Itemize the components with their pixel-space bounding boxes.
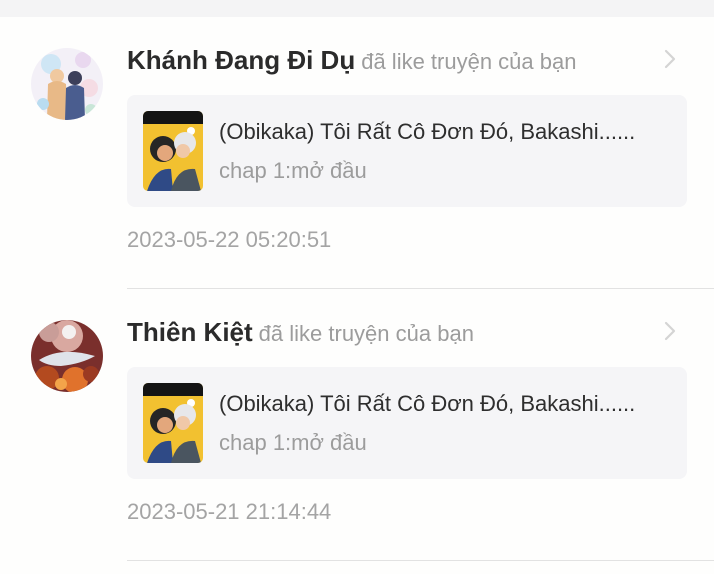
timestamp: 2023-05-22 05:20:51 xyxy=(127,227,332,252)
story-cover-image[interactable] xyxy=(143,383,203,463)
action-text: đã like truyện của bạn xyxy=(361,49,577,74)
story-title[interactable]: (Obikaka) Tôi Rất Cô Đơn Đó, Bakashi....… xyxy=(219,119,659,145)
username[interactable]: Khánh Đang Đi Dụ xyxy=(127,45,355,75)
username[interactable]: Thiên Kiệt xyxy=(127,317,253,347)
avatar[interactable] xyxy=(31,48,103,120)
story-card[interactable]: (Obikaka) Tôi Rất Cô Đơn Đó, Bakashi....… xyxy=(127,95,687,207)
action-text: đã like truyện của bạn xyxy=(258,321,474,346)
story-card[interactable]: (Obikaka) Tôi Rất Cô Đơn Đó, Bakashi....… xyxy=(127,367,687,479)
notification-item[interactable]: Khánh Đang Đi Dụ đã like truyện của bạn (… xyxy=(0,17,714,289)
top-strip xyxy=(0,0,714,17)
notification-headline: Khánh Đang Đi Dụ đã like truyện của bạn xyxy=(127,44,576,81)
avatar[interactable] xyxy=(31,320,103,392)
story-cover-image[interactable] xyxy=(143,111,203,191)
story-title[interactable]: (Obikaka) Tôi Rất Cô Đơn Đó, Bakashi....… xyxy=(219,391,659,417)
chevron-right-icon[interactable] xyxy=(660,319,680,343)
chapter-label: chap 1:mở đầu xyxy=(219,158,367,183)
divider xyxy=(127,560,714,561)
timestamp: 2023-05-21 21:14:44 xyxy=(127,499,332,524)
notification-item[interactable]: Thiên Kiệt đã like truyện của bạn (Obikak… xyxy=(0,289,714,561)
notification-headline: Thiên Kiệt đã like truyện của bạn xyxy=(127,316,474,353)
chapter-label: chap 1:mở đầu xyxy=(219,430,367,455)
chevron-right-icon[interactable] xyxy=(660,47,680,71)
